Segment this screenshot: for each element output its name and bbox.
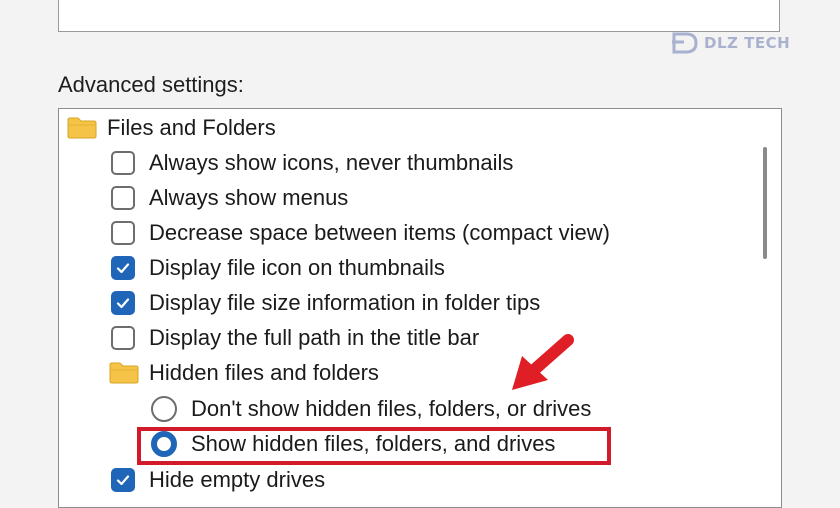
checkmark-icon [116, 475, 130, 486]
advanced-settings-list[interactable]: Files and Folders Always show icons, nev… [58, 108, 782, 508]
option-hide-empty-drives[interactable]: Hide empty drives [111, 463, 325, 497]
group-files-and-folders[interactable]: Files and Folders [67, 111, 276, 145]
dlz-logo-icon [672, 32, 698, 54]
red-arrow-icon [512, 334, 574, 390]
option-file-size-tips[interactable]: Display file size information in folder … [111, 286, 540, 320]
checkbox[interactable] [111, 151, 135, 175]
radio-dont-show-hidden[interactable]: Don't show hidden files, folders, or dri… [151, 392, 591, 426]
checkbox[interactable] [111, 326, 135, 350]
option-label: Always show icons, never thumbnails [149, 150, 514, 175]
option-label: Hide empty drives [149, 467, 326, 492]
scrollbar-thumb[interactable] [763, 147, 767, 259]
checkbox[interactable] [111, 186, 135, 210]
folder-icon [67, 117, 97, 139]
checkbox-checked[interactable] [111, 468, 135, 492]
checkbox-checked[interactable] [111, 291, 135, 315]
option-label: Always show menus [149, 185, 349, 210]
option-label: Display file icon on thumbnails [149, 255, 445, 280]
option-full-path-title-bar[interactable]: Display the full path in the title bar [111, 321, 479, 355]
watermark-text: DLZ TECH [704, 34, 791, 52]
option-label: Display file size information in folder … [149, 290, 541, 315]
radio-label: Don't show hidden files, folders, or dri… [191, 396, 592, 421]
advanced-settings-label: Advanced settings: [58, 72, 244, 97]
option-file-icon-thumbnails[interactable]: Display file icon on thumbnails [111, 251, 445, 285]
option-label: Display the full path in the title bar [149, 325, 480, 350]
folder-icon [109, 362, 139, 384]
checkbox[interactable] [111, 221, 135, 245]
option-label: Decrease space between items (compact vi… [149, 220, 610, 245]
checkmark-icon [116, 298, 130, 309]
option-compact-view[interactable]: Decrease space between items (compact vi… [111, 216, 610, 250]
group-files-label: Files and Folders [107, 115, 276, 140]
highlight-annotation [137, 427, 611, 465]
group-hidden-files[interactable]: Hidden files and folders [109, 356, 379, 390]
checkmark-icon [116, 263, 130, 274]
watermark: DLZ TECH [670, 24, 796, 62]
checkbox-checked[interactable] [111, 256, 135, 280]
option-always-show-menus[interactable]: Always show menus [111, 181, 348, 215]
group-hidden-label: Hidden files and folders [149, 360, 379, 385]
option-always-show-icons[interactable]: Always show icons, never thumbnails [111, 146, 513, 180]
radio-button[interactable] [151, 396, 177, 422]
scrollbar[interactable] [747, 109, 781, 507]
